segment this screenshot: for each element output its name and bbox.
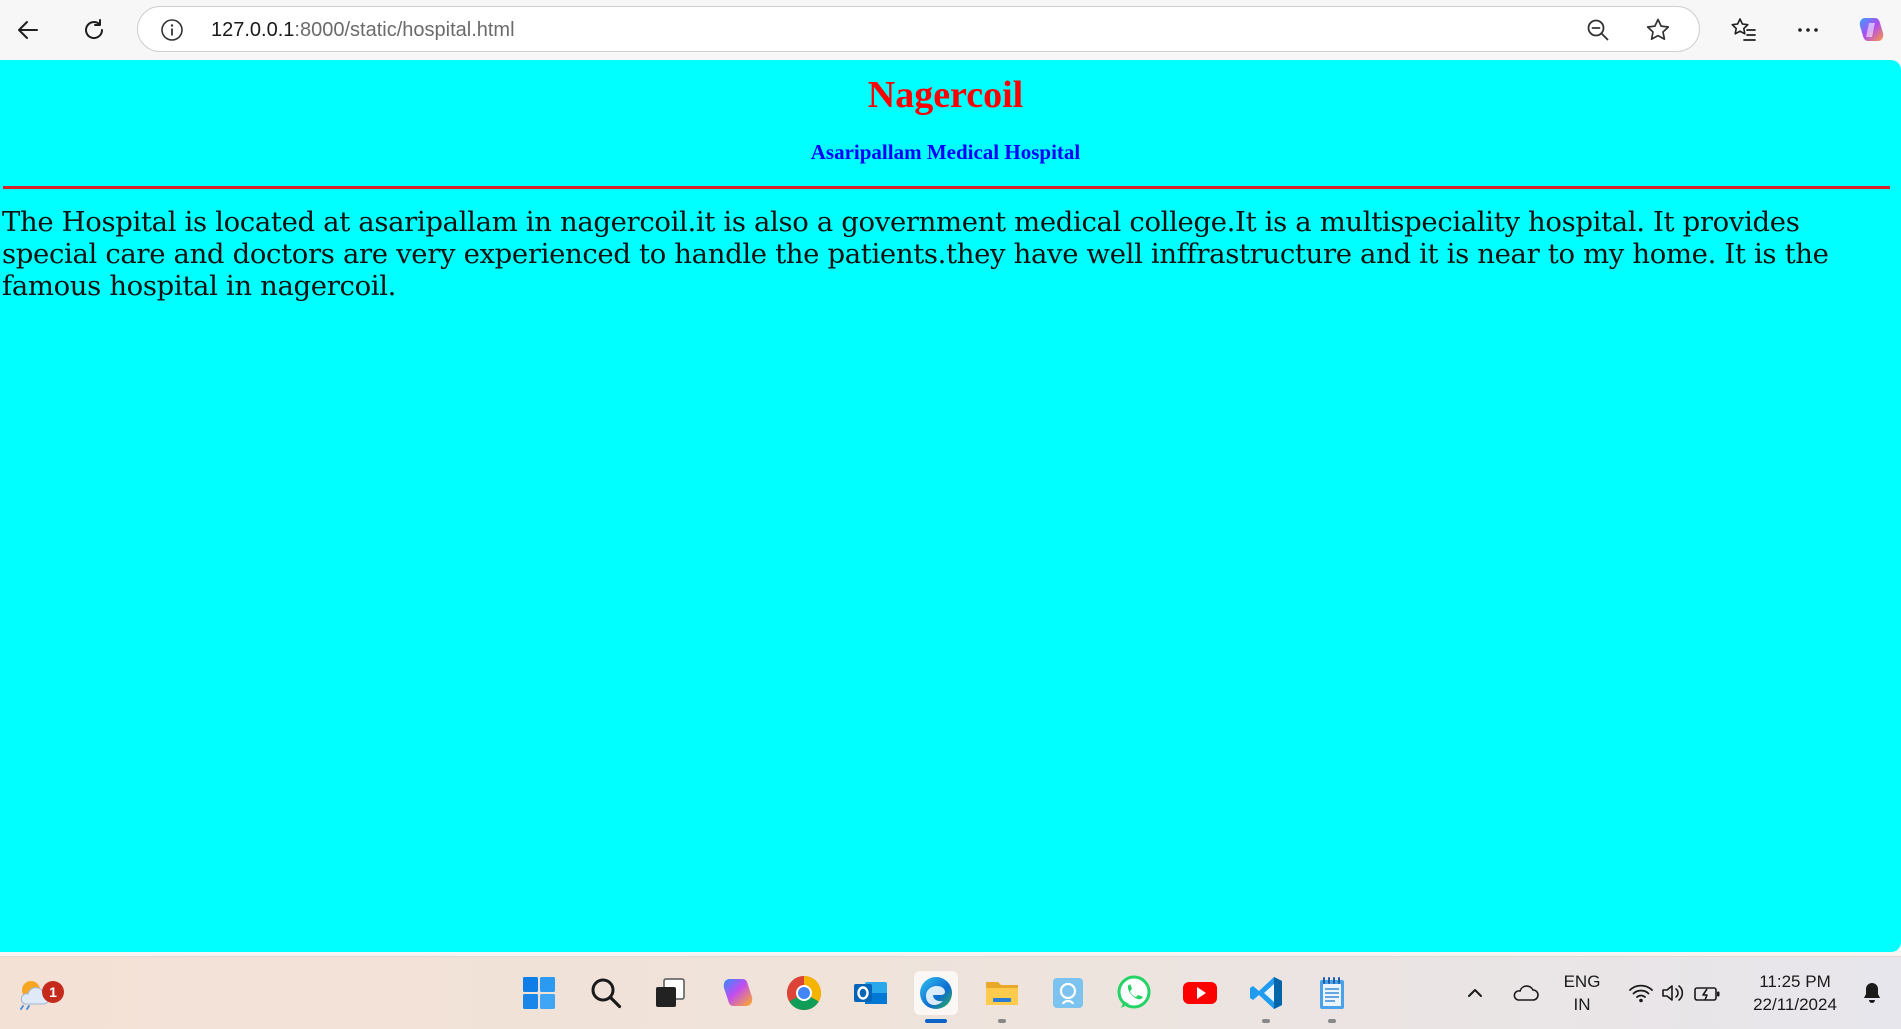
- language-line-2: IN: [1573, 995, 1591, 1014]
- zoom-out-icon[interactable]: [1585, 17, 1611, 43]
- page-paragraph: The Hospital is located at asaripallam i…: [2, 206, 1829, 302]
- photos-icon: [1053, 978, 1083, 1008]
- chrome-taskbar-button[interactable]: [782, 971, 826, 1015]
- copilot-button[interactable]: [1852, 10, 1892, 50]
- youtube-taskbar-button[interactable]: [1178, 971, 1222, 1015]
- ellipsis-icon: [1798, 28, 1818, 32]
- search-icon: [591, 978, 622, 1009]
- chrome-icon: [787, 976, 821, 1010]
- url-path: :8000/static/hospital.html: [294, 19, 515, 41]
- task-view-icon: [656, 978, 685, 1007]
- clock-date: 22/11/2024: [1753, 995, 1837, 1014]
- running-indicator: [1328, 1019, 1336, 1023]
- bell-icon: [1864, 983, 1880, 1003]
- edge-icon: [920, 977, 952, 1009]
- outlook-taskbar-button[interactable]: [848, 971, 892, 1015]
- notifications-button[interactable]: [1852, 971, 1892, 1015]
- favorite-star-icon[interactable]: [1645, 17, 1671, 43]
- running-indicator: [998, 1019, 1006, 1023]
- battery-charging-icon: [1694, 987, 1720, 1001]
- vscode-icon: [1250, 977, 1282, 1009]
- notepad-icon: [1320, 977, 1344, 1009]
- favorites-list-icon: [1731, 18, 1756, 41]
- copilot-icon: [1859, 18, 1884, 41]
- copilot-icon: [723, 979, 753, 1006]
- notification-badge: 1: [42, 981, 64, 1003]
- notepad-taskbar-button[interactable]: [1310, 971, 1354, 1023]
- cloud-icon: [1513, 985, 1539, 1001]
- onedrive-button[interactable]: [1505, 971, 1545, 1015]
- windows-start-icon: [523, 977, 555, 1009]
- edge-taskbar-button[interactable]: [914, 971, 958, 1023]
- youtube-icon: [1183, 982, 1217, 1004]
- refresh-icon: [85, 19, 104, 39]
- browser-toolbar: 127.0.0.1:8000/static/hospital.html: [0, 0, 1901, 60]
- volume-icon: [1662, 985, 1684, 1001]
- page-subheading: Asaripallam Medical Hospital: [810, 140, 1081, 164]
- file-explorer-taskbar-button[interactable]: [980, 971, 1024, 1023]
- chevron-up-icon: [1468, 989, 1482, 997]
- start-button[interactable]: [517, 971, 561, 1015]
- vscode-taskbar-button[interactable]: [1244, 971, 1288, 1023]
- back-arrow-icon: [18, 21, 38, 39]
- network-volume-battery-button[interactable]: [1620, 971, 1730, 1015]
- weather-widget[interactable]: 1: [12, 971, 64, 1015]
- back-button[interactable]: [8, 10, 48, 50]
- running-indicator: [1262, 1019, 1270, 1023]
- url-host: 127.0.0.1: [211, 19, 295, 41]
- photos-taskbar-button[interactable]: [1046, 971, 1090, 1015]
- refresh-button[interactable]: [74, 10, 114, 50]
- url-text[interactable]: 127.0.0.1:8000/static/hospital.html: [211, 19, 515, 42]
- outlook-icon: [854, 982, 887, 1004]
- language-line-1: ENG: [1563, 972, 1601, 991]
- whatsapp-icon: [1117, 975, 1151, 1009]
- horizontal-rule: [3, 186, 1890, 189]
- favorites-button[interactable]: [1724, 10, 1764, 50]
- page-viewport: Nagercoil Asaripallam Medical Hospital T…: [0, 60, 1901, 952]
- clock[interactable]: 11:25 PM 22/11/2024: [1740, 970, 1850, 1016]
- taskbar-search-button[interactable]: [584, 971, 628, 1015]
- task-view-button[interactable]: [648, 971, 692, 1015]
- page-heading: Nagercoil: [867, 74, 1024, 116]
- language-indicator[interactable]: ENG IN: [1558, 970, 1606, 1016]
- clock-time: 11:25 PM: [1759, 972, 1831, 991]
- active-indicator: [925, 1019, 947, 1023]
- folder-icon: [986, 982, 1018, 1005]
- more-menu-button[interactable]: [1788, 10, 1828, 50]
- show-hidden-icons-button[interactable]: [1455, 971, 1495, 1015]
- address-bar[interactable]: 127.0.0.1:8000/static/hospital.html: [137, 6, 1700, 52]
- site-info-icon[interactable]: [160, 18, 184, 42]
- copilot-taskbar-button[interactable]: [716, 971, 760, 1015]
- taskbar: 1 ENG IN 11:25 PM 22/11/2024: [0, 956, 1901, 1029]
- wifi-icon: [1629, 984, 1653, 1003]
- whatsapp-taskbar-button[interactable]: [1112, 971, 1156, 1015]
